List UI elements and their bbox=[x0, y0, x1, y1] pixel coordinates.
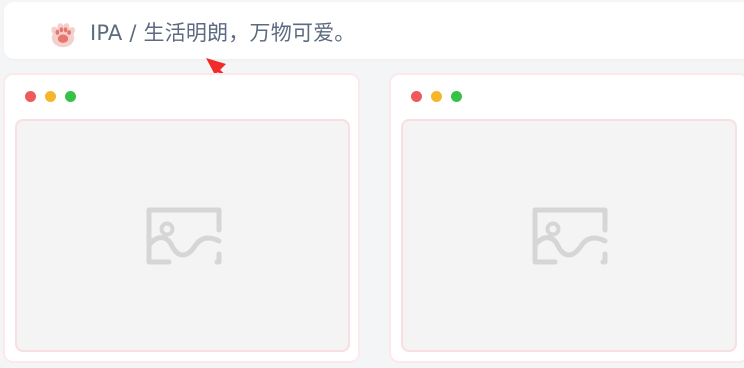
window-controls bbox=[411, 91, 462, 102]
image-placeholder bbox=[401, 119, 737, 352]
preview-card-1[interactable] bbox=[3, 73, 360, 363]
yellow-dot-icon bbox=[431, 91, 442, 102]
red-dot-icon bbox=[25, 91, 36, 102]
red-dot-icon bbox=[411, 91, 422, 102]
image-placeholder-icon bbox=[532, 207, 608, 264]
banner-text: IPA / 生活明朗，万物可爱。 bbox=[90, 21, 356, 45]
window-controls bbox=[25, 91, 76, 102]
image-placeholder-icon bbox=[146, 207, 221, 264]
image-placeholder bbox=[15, 119, 350, 352]
yellow-dot-icon bbox=[45, 91, 56, 102]
site-banner: IPA / 生活明朗，万物可爱。 bbox=[4, 2, 744, 59]
green-dot-icon bbox=[65, 91, 76, 102]
paw-icon bbox=[51, 23, 76, 48]
preview-card-2[interactable] bbox=[389, 73, 744, 363]
green-dot-icon bbox=[451, 91, 462, 102]
